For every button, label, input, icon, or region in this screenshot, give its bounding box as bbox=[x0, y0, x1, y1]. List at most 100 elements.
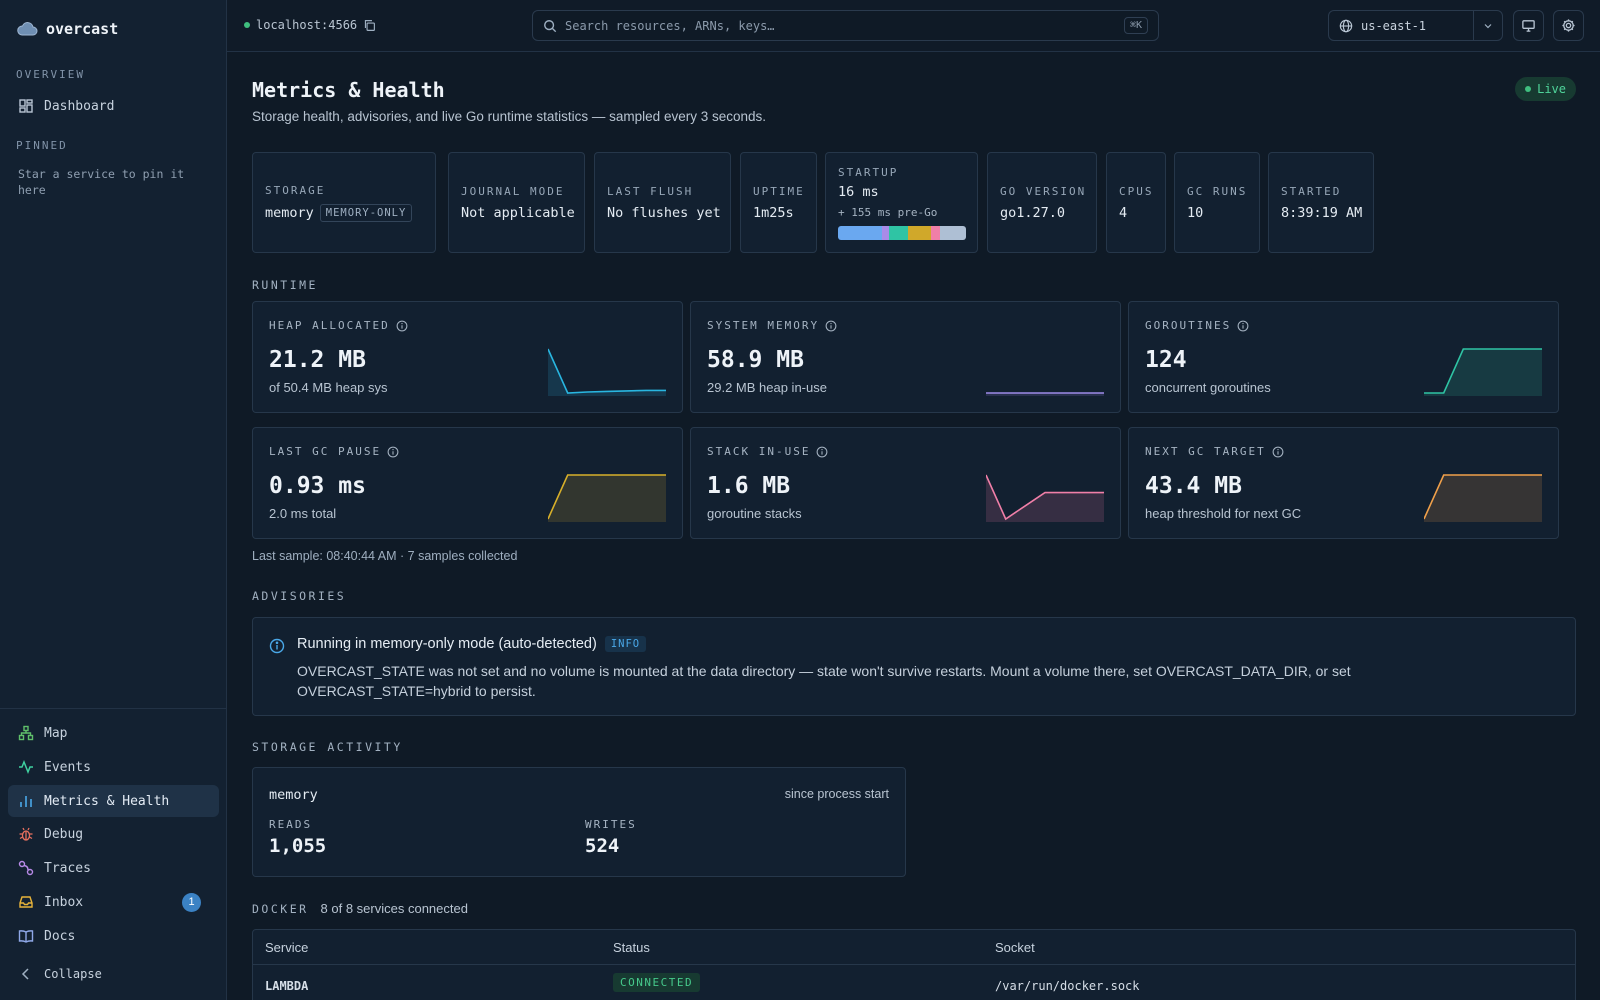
gear-icon bbox=[1562, 19, 1575, 32]
connection-status-dot bbox=[244, 22, 250, 28]
startup-pre-go: + 155 ms pre-Go bbox=[838, 205, 938, 219]
writes-label: WRITES bbox=[585, 818, 637, 831]
metric-value: 58.9 MB bbox=[707, 347, 804, 373]
app-name: overcast bbox=[46, 20, 119, 38]
sidebar-divider bbox=[0, 708, 227, 709]
region-label: us-east-1 bbox=[1361, 18, 1427, 33]
stat-value: No flushes yet bbox=[607, 204, 721, 221]
info-icon[interactable] bbox=[825, 320, 837, 332]
sparkline-area bbox=[548, 475, 666, 522]
sidebar-item-debug[interactable]: Debug bbox=[8, 818, 219, 850]
pinned-section-label: PINNED bbox=[16, 139, 68, 152]
sidebar-item-docs[interactable]: Docs bbox=[8, 920, 219, 952]
sidebar-item-inbox[interactable]: Inbox 1 bbox=[8, 886, 219, 918]
advisory-title: Running in memory-only mode (auto-detect… bbox=[297, 636, 597, 652]
metric-label: GOROUTINES bbox=[1145, 319, 1232, 332]
stat-value: Not applicable bbox=[461, 204, 575, 221]
stat-storage: STORAGE memory MEMORY-ONLY bbox=[252, 152, 436, 253]
docker-connected-count: 8 of 8 services connected bbox=[320, 901, 468, 916]
status-cell: CONNECTED bbox=[613, 973, 701, 992]
startup-phase-bar bbox=[838, 225, 966, 240]
inbox-icon bbox=[19, 896, 33, 908]
metric-subtext: 2.0 ms total bbox=[269, 506, 337, 521]
status-badge: CONNECTED bbox=[613, 973, 701, 992]
socket-path: /var/run/docker.sock bbox=[995, 979, 1140, 993]
metric-label-row: SYSTEM MEMORY bbox=[707, 319, 837, 332]
info-circle-icon bbox=[269, 638, 285, 654]
storage-activity-section-label: STORAGE ACTIVITY bbox=[252, 740, 403, 754]
map-icon bbox=[18, 725, 34, 741]
sidebar-item-events[interactable]: Events bbox=[8, 751, 219, 783]
display-mode-button[interactable] bbox=[1513, 10, 1544, 41]
brand[interactable]: overcast bbox=[16, 20, 118, 38]
live-dot bbox=[1525, 86, 1532, 92]
metric-value: 0.93 ms bbox=[269, 473, 366, 499]
endpoint: localhost:4566 bbox=[244, 18, 376, 32]
docker-section-label: DOCKER bbox=[252, 902, 309, 916]
stat-value: 8:39:19 AM bbox=[1281, 204, 1363, 221]
metric-sparkline bbox=[548, 474, 666, 522]
stat-label: GO VERSION bbox=[1000, 184, 1087, 198]
cloud-logo-icon bbox=[17, 22, 38, 36]
stat-value: go1.27.0 bbox=[1000, 204, 1066, 221]
search-box[interactable]: ⌘K bbox=[532, 10, 1159, 41]
reads-value: 1,055 bbox=[269, 835, 327, 857]
sidebar-item-traces[interactable]: Traces bbox=[8, 852, 219, 884]
settings-button[interactable] bbox=[1553, 10, 1584, 41]
overview-section-label: OVERVIEW bbox=[16, 68, 85, 81]
sidebar-item-metrics-health[interactable]: Metrics & Health bbox=[8, 785, 219, 817]
metric-subtext: goroutine stacks bbox=[707, 506, 802, 521]
sidebar-item-dashboard[interactable]: Dashboard bbox=[8, 90, 219, 122]
region-current[interactable]: us-east-1 bbox=[1329, 11, 1474, 40]
advisory-title-row: Running in memory-only mode (auto-detect… bbox=[297, 636, 647, 652]
stat-cpus: CPUS 4 bbox=[1106, 152, 1166, 253]
collapse-label: Collapse bbox=[44, 967, 102, 981]
copy-icon[interactable] bbox=[363, 19, 376, 32]
metric-label-row: LAST GC PAUSE bbox=[269, 445, 399, 458]
metric-label: SYSTEM MEMORY bbox=[707, 319, 820, 332]
region-selector[interactable]: us-east-1 bbox=[1328, 10, 1503, 41]
sidebar-item-label: Metrics & Health bbox=[44, 793, 170, 809]
sidebar-item-label: Debug bbox=[44, 826, 84, 842]
sidebar-item-label: Events bbox=[44, 759, 91, 775]
info-icon[interactable] bbox=[396, 320, 408, 332]
metric-subtext: concurrent goroutines bbox=[1145, 380, 1271, 395]
search-input[interactable] bbox=[565, 18, 1116, 33]
info-icon[interactable] bbox=[1237, 320, 1249, 332]
sidebar-collapse-button[interactable]: Collapse bbox=[8, 960, 219, 988]
startup-phase-segment bbox=[881, 225, 890, 240]
metric-label-row: HEAP ALLOCATED bbox=[269, 319, 408, 332]
column-header-socket[interactable]: Socket bbox=[995, 940, 1035, 955]
book-icon bbox=[18, 930, 34, 943]
stat-label: LAST FLUSH bbox=[607, 184, 694, 198]
live-badge: Live bbox=[1515, 77, 1576, 101]
sidebar: overcast OVERVIEW Dashboard PINNED Star … bbox=[0, 0, 227, 1000]
stat-gc-runs: GC RUNS 10 bbox=[1174, 152, 1260, 253]
sidebar-item-label: Inbox bbox=[44, 894, 84, 910]
column-header-service[interactable]: Service bbox=[265, 940, 308, 955]
info-icon[interactable] bbox=[1272, 446, 1284, 458]
startup-phase-segment bbox=[940, 225, 966, 240]
metric-label: NEXT GC TARGET bbox=[1145, 445, 1266, 458]
table-row[interactable]: LAMBDA CONNECTED /var/run/docker.sock bbox=[253, 964, 1575, 1000]
bug-icon bbox=[19, 827, 33, 841]
docker-services-table: Service Status Socket LAMBDA CONNECTED /… bbox=[252, 929, 1576, 1000]
stat-value: memory MEMORY-ONLY bbox=[265, 203, 423, 222]
metric-sparkline bbox=[986, 392, 1104, 396]
info-icon[interactable] bbox=[816, 446, 828, 458]
region-dropdown-toggle[interactable] bbox=[1474, 20, 1502, 32]
sidebar-item-label: Dashboard bbox=[44, 98, 115, 114]
monitor-icon bbox=[1522, 20, 1535, 32]
column-header-status[interactable]: Status bbox=[613, 940, 650, 955]
sidebar-item-label: Map bbox=[44, 725, 68, 741]
chevron-left-icon bbox=[21, 968, 29, 980]
page-title: Metrics & Health bbox=[252, 78, 445, 102]
sidebar-item-map[interactable]: Map bbox=[8, 717, 219, 749]
metric-card: SYSTEM MEMORY 58.9 MB 29.2 MB heap in-use bbox=[690, 301, 1121, 413]
metric-card: HEAP ALLOCATED 21.2 MB of 50.4 MB heap sys bbox=[252, 301, 683, 413]
globe-icon bbox=[1339, 19, 1353, 32]
storage-mode-tag: MEMORY-ONLY bbox=[319, 203, 413, 222]
info-icon[interactable] bbox=[387, 446, 399, 458]
stat-label: UPTIME bbox=[753, 184, 805, 198]
storage-mode-value: memory bbox=[265, 204, 314, 221]
